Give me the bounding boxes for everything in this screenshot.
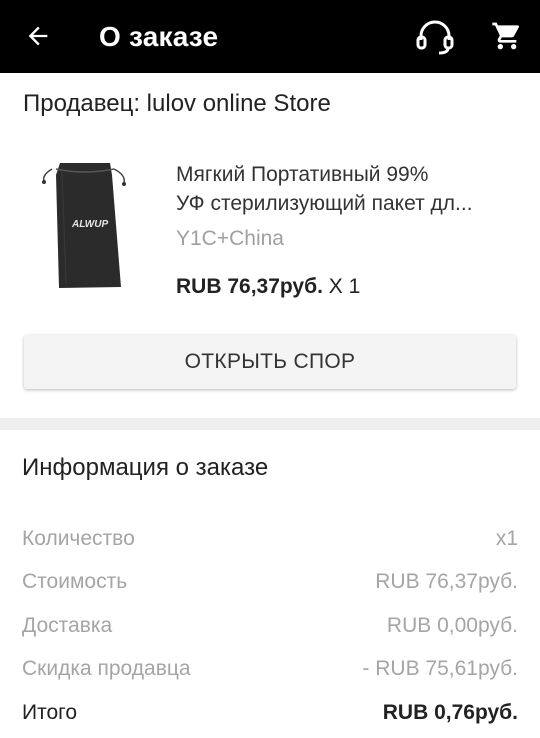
product-quantity: X 1 — [328, 275, 361, 298]
row-value: RUB 0,76руб. — [382, 701, 518, 724]
row-label: Скидка продавца — [22, 657, 191, 680]
back-arrow-icon — [28, 26, 48, 46]
order-info-row-shipping: Доставка RUB 0,00руб. — [22, 611, 518, 641]
product-variant: Y1C+China — [176, 227, 284, 250]
order-info-row-total: Итого RUB 0,76руб. — [22, 698, 518, 728]
product-title-line: УФ стерилизующий пакет дл... — [176, 192, 473, 215]
section-divider — [0, 418, 540, 430]
order-info-row-cost: Стоимость RUB 76,37руб. — [22, 567, 518, 597]
order-info-row-discount: Скидка продавца - RUB 75,61руб. — [22, 654, 518, 684]
row-label: Количество — [22, 527, 135, 550]
product-image[interactable]: ALWUP — [30, 155, 136, 295]
product-title[interactable]: Мягкий Портативный 99% УФ стерилизующий … — [176, 160, 521, 218]
row-value: RUB 0,00руб. — [386, 614, 518, 637]
seller-name[interactable]: Продавец: lulov online Store — [23, 88, 331, 120]
cart-button[interactable] — [486, 16, 528, 56]
page-title: О заказе — [99, 21, 219, 52]
row-value: RUB 76,37руб. — [375, 570, 518, 593]
product-brand-logo: ALWUP — [71, 219, 108, 230]
product-price-line: RUB 76,37руб. X 1 — [176, 272, 360, 301]
app-bar: О заказе — [0, 0, 540, 73]
row-label: Стоимость — [22, 570, 128, 593]
headset-icon — [416, 20, 454, 55]
support-button[interactable] — [412, 16, 458, 58]
row-label: Итого — [22, 701, 78, 724]
row-label: Доставка — [22, 614, 113, 637]
order-info-title: Информация о заказе — [22, 454, 269, 481]
open-dispute-button[interactable]: ОТКРЫТЬ СПОР — [24, 335, 516, 389]
row-value: x1 — [495, 527, 518, 550]
product-title-line: Мягкий Портативный 99% — [176, 163, 429, 186]
cart-icon — [492, 22, 520, 50]
order-info-row-quantity: Количество x1 — [22, 524, 518, 554]
row-value: - RUB 75,61руб. — [362, 657, 518, 680]
back-button[interactable] — [18, 18, 58, 54]
product-price: RUB 76,37руб. — [176, 275, 323, 298]
